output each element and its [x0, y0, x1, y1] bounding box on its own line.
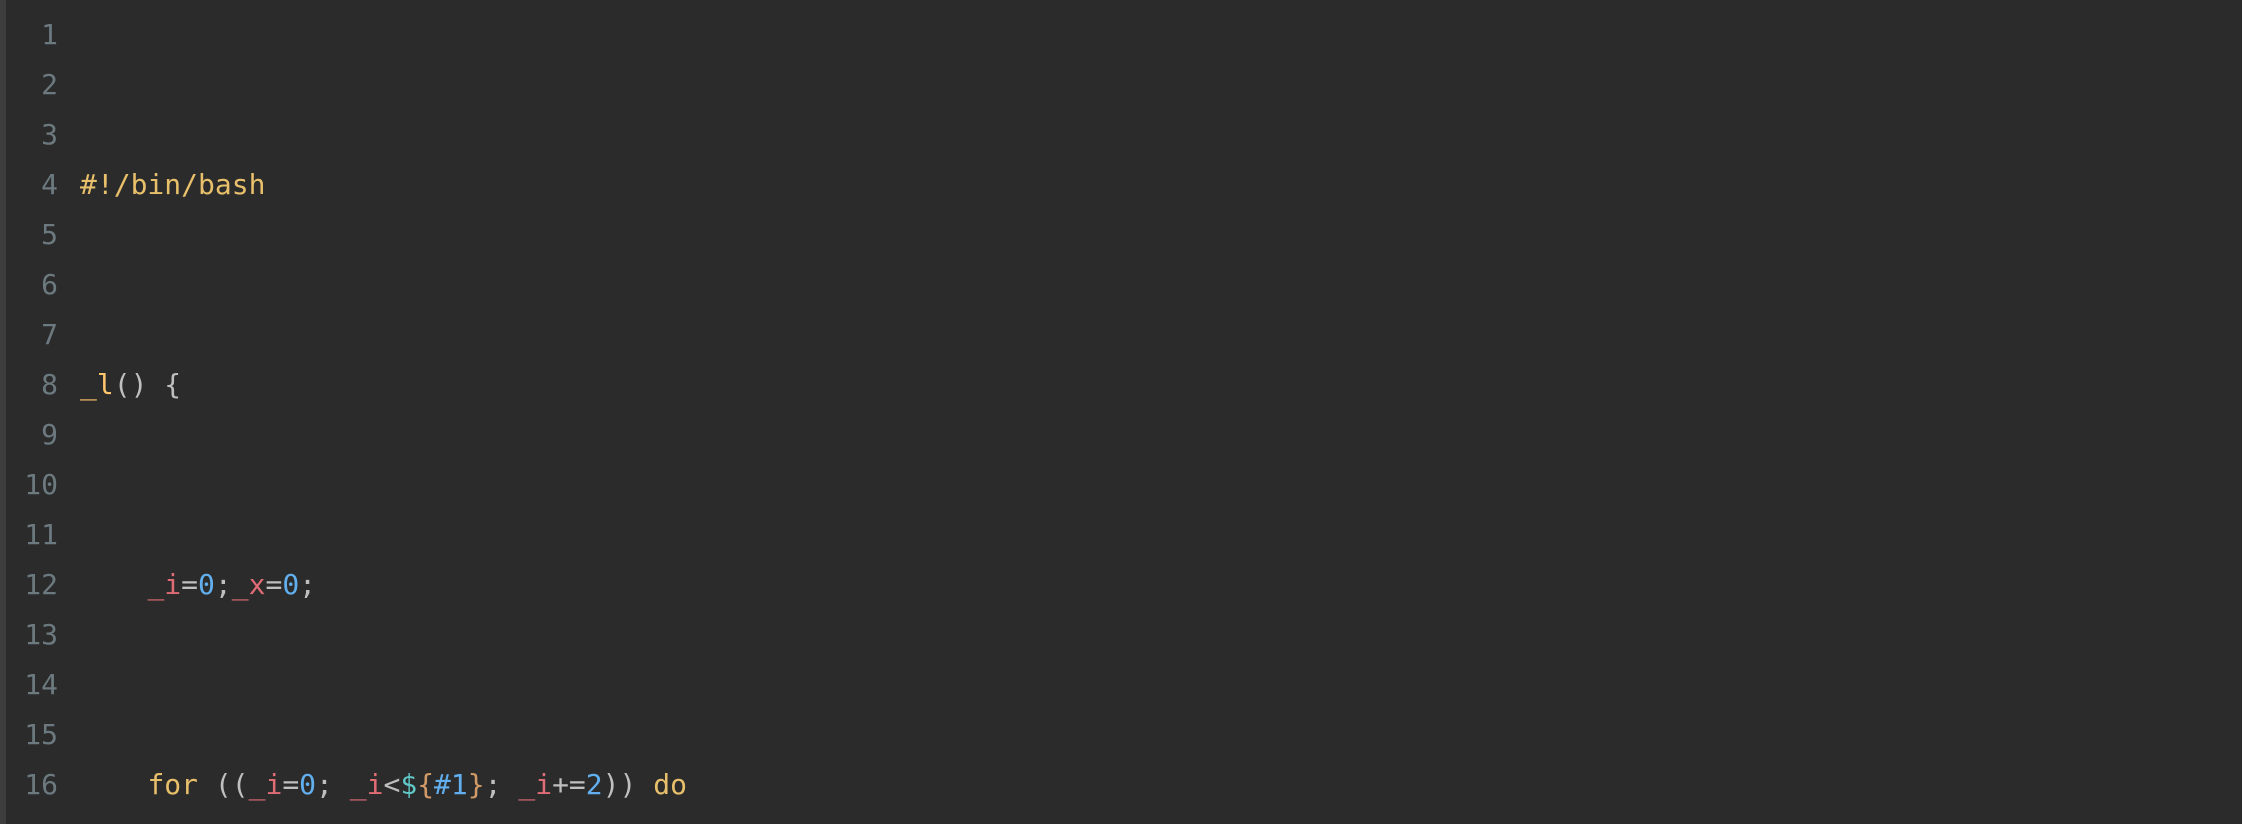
code-text: () { [114, 368, 181, 401]
paren: )) [603, 768, 654, 801]
dollar: $ [400, 768, 417, 801]
operator: = [282, 768, 299, 801]
line-number: 2 [6, 60, 58, 110]
line-number: 10 [6, 460, 58, 510]
shebang: #!/bin/bash [80, 168, 265, 201]
variable: _i [518, 768, 552, 801]
line-number: 14 [6, 660, 58, 710]
line-number: 16 [6, 760, 58, 810]
line-number: 7 [6, 310, 58, 360]
line-number: 12 [6, 560, 58, 610]
punct: ; [215, 568, 232, 601]
variable: _x [232, 568, 266, 601]
code-line[interactable]: #!/bin/bash [80, 160, 2242, 210]
line-number-gutter: 1 2 3 4 5 6 7 8 9 10 11 12 13 14 15 16 [0, 0, 70, 824]
line-number: 8 [6, 360, 58, 410]
code-line[interactable]: _l() { [80, 360, 2242, 410]
variable: _i [147, 568, 181, 601]
line-number: 3 [6, 110, 58, 160]
code-line[interactable]: _i=0;_x=0; [80, 560, 2242, 610]
line-number: 4 [6, 160, 58, 210]
operator: < [383, 768, 400, 801]
punct: ; [316, 768, 350, 801]
brace: } [468, 768, 485, 801]
number: 0 [282, 568, 299, 601]
code-line[interactable]: for ((_i=0; _i<${#1}; _i+=2)) do [80, 760, 2242, 810]
line-number: 11 [6, 510, 58, 560]
number: 2 [586, 768, 603, 801]
line-number: 9 [6, 410, 58, 460]
variable: _i [249, 768, 283, 801]
operator: = [181, 568, 198, 601]
indent [80, 768, 147, 801]
operator: += [552, 768, 586, 801]
param: #1 [434, 768, 468, 801]
line-number: 1 [6, 10, 58, 60]
keyword-do: do [653, 768, 687, 801]
keyword-for: for [147, 768, 198, 801]
variable: _i [350, 768, 384, 801]
number: 0 [198, 568, 215, 601]
code-editor: 1 2 3 4 5 6 7 8 9 10 11 12 13 14 15 16 #… [0, 0, 2242, 824]
indent [80, 568, 147, 601]
paren: (( [198, 768, 249, 801]
punct: ; [299, 568, 316, 601]
function-name: _l [80, 368, 114, 401]
line-number: 5 [6, 210, 58, 260]
punct: ; [485, 768, 519, 801]
operator: = [265, 568, 282, 601]
number: 0 [299, 768, 316, 801]
line-number: 15 [6, 710, 58, 760]
code-area[interactable]: #!/bin/bash _l() { _i=0;_x=0; for ((_i=0… [70, 0, 2242, 824]
line-number: 13 [6, 610, 58, 660]
brace: { [417, 768, 434, 801]
line-number: 6 [6, 260, 58, 310]
